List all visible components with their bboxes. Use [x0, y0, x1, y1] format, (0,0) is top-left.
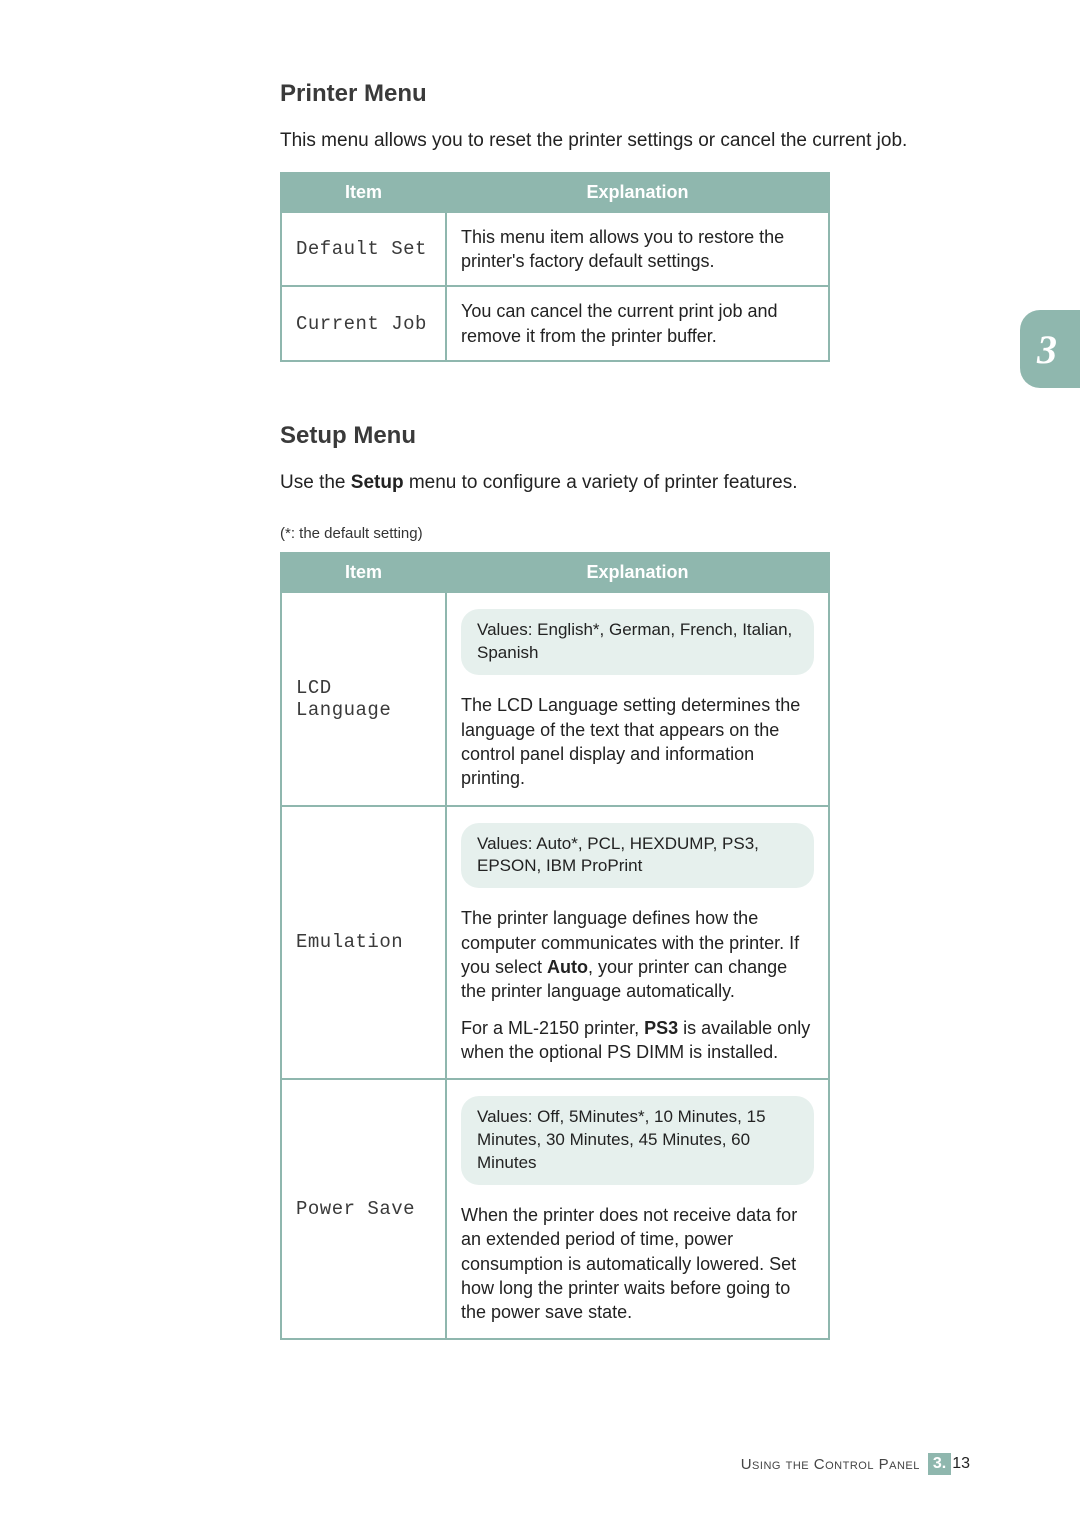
table-row: Power Save Values: Off, 5Minutes*, 10 Mi…	[281, 1079, 829, 1339]
column-header-explanation: Explanation	[446, 173, 829, 212]
item-current-job: Current Job	[281, 286, 446, 361]
footer-title: Using the Control Panel	[741, 1456, 920, 1473]
item-default-set: Default Set	[281, 212, 446, 287]
explanation-lcd-language: Values: English*, German, French, Italia…	[446, 592, 829, 805]
footer-page-number: 13	[952, 1455, 970, 1473]
item-emulation: Emulation	[281, 806, 446, 1080]
intro-text: menu to configure a variety of printer f…	[404, 472, 798, 493]
item-lcd-language: LCD Language	[281, 592, 446, 805]
values-box: Values: Off, 5Minutes*, 10 Minutes, 15 M…	[461, 1096, 814, 1185]
intro-bold: Setup	[351, 472, 404, 493]
intro-text: Use the	[280, 472, 351, 493]
column-header-item: Item	[281, 173, 446, 212]
table-row: Current Job You can cancel the current p…	[281, 286, 829, 361]
table-header-row: Item Explanation	[281, 173, 829, 212]
page-content: Printer Menu This menu allows you to res…	[0, 0, 1080, 1400]
description-text: For a ML-2150 printer, PS3 is available …	[461, 1016, 814, 1065]
table-row: Default Set This menu item allows you to…	[281, 212, 829, 287]
text: For a ML-2150 printer,	[461, 1018, 644, 1038]
printer-menu-heading: Printer Menu	[280, 80, 970, 108]
page-footer: Using the Control Panel 3.13	[741, 1453, 970, 1475]
bold-text: Auto	[547, 957, 588, 977]
item-power-save: Power Save	[281, 1079, 446, 1339]
column-header-explanation: Explanation	[446, 553, 829, 592]
table-header-row: Item Explanation	[281, 553, 829, 592]
default-setting-note: (*: the default setting)	[280, 525, 970, 542]
footer-chapter: 3.	[928, 1453, 951, 1475]
setup-menu-heading: Setup Menu	[280, 422, 970, 450]
description-text: When the printer does not receive data f…	[461, 1203, 814, 1324]
table-row: Emulation Values: Auto*, PCL, HEXDUMP, P…	[281, 806, 829, 1080]
description-text: The LCD Language setting determines the …	[461, 693, 814, 790]
explanation-current-job: You can cancel the current print job and…	[446, 286, 829, 361]
setup-menu-table: Item Explanation LCD Language Values: En…	[280, 552, 830, 1340]
explanation-emulation: Values: Auto*, PCL, HEXDUMP, PS3, EPSON,…	[446, 806, 829, 1080]
table-row: LCD Language Values: English*, German, F…	[281, 592, 829, 805]
bold-text: PS3	[644, 1018, 678, 1038]
printer-menu-table: Item Explanation Default Set This menu i…	[280, 172, 830, 362]
values-box: Values: Auto*, PCL, HEXDUMP, PS3, EPSON,…	[461, 823, 814, 889]
explanation-power-save: Values: Off, 5Minutes*, 10 Minutes, 15 M…	[446, 1079, 829, 1339]
values-box: Values: English*, German, French, Italia…	[461, 609, 814, 675]
setup-menu-intro: Use the Setup menu to configure a variet…	[280, 470, 970, 496]
explanation-default-set: This menu item allows you to restore the…	[446, 212, 829, 287]
printer-menu-intro: This menu allows you to reset the printe…	[280, 128, 970, 154]
description-text: The printer language defines how the com…	[461, 906, 814, 1003]
column-header-item: Item	[281, 553, 446, 592]
